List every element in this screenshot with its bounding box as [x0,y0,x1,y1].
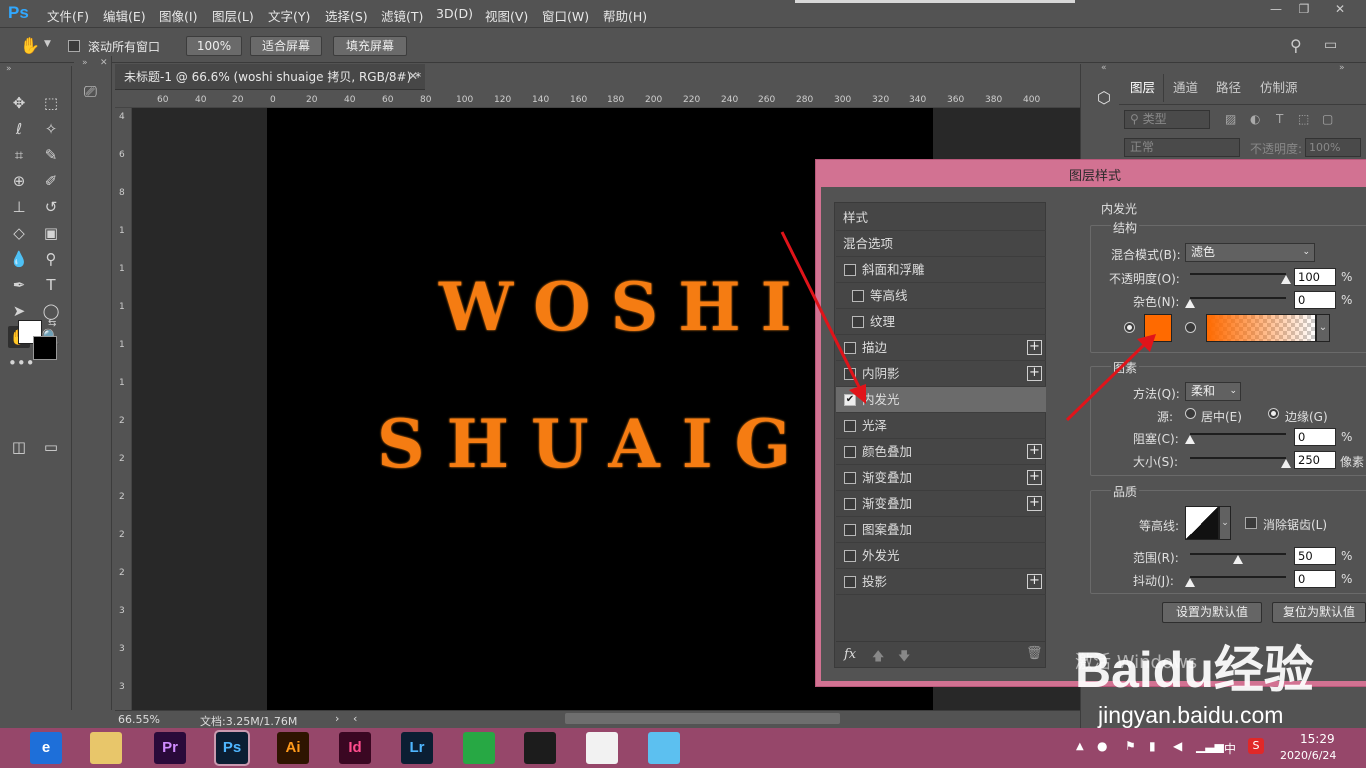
volume-icon[interactable]: ◀ [1173,739,1182,753]
video-editor-taskbar-icon[interactable] [524,732,556,764]
clock-date[interactable]: 2020/6/24 [1280,749,1336,762]
sogou-icon[interactable]: S [1248,738,1264,754]
qq-taskbar-icon[interactable] [710,732,742,764]
windows-taskbar: e Pr Ps Ai Id Lr ▲ ● ⚑ ▮ ◀ ▁▃▅ 中 S 15:29 2020… [0,728,1366,768]
browser-360-taskbar-icon[interactable]: e [30,732,62,764]
tray-expand-icon[interactable]: ▲ [1076,741,1084,752]
indesign-taskbar-icon[interactable]: Id [339,732,371,764]
file-explorer-taskbar-icon[interactable] [90,732,122,764]
arrow-to-color-swatch [1065,341,1148,422]
battery-icon[interactable]: ▮ [1149,739,1156,753]
lightroom-taskbar-icon[interactable]: Lr [401,732,433,764]
ime-indicator[interactable]: 中 [1224,740,1236,757]
illustrator-taskbar-icon[interactable]: Ai [277,732,309,764]
photoshop-window: Ps 文件(F) 编辑(E) 图像(I) 图层(L) 文字(Y) 选择(S) 滤… [0,0,1366,768]
notes-app-taskbar-icon[interactable] [896,732,928,764]
green-app-taskbar-icon[interactable] [463,732,495,764]
arrow-to-inner-glow [780,231,864,394]
premiere-taskbar-icon[interactable]: Pr [154,732,186,764]
baidu-watermark: Baidu经验 [1075,642,1314,698]
clock-time[interactable]: 15:29 [1300,732,1335,746]
qq-tray-icon[interactable]: ● [1097,739,1107,753]
watermark-url: jingyan.baidu.com [1098,702,1284,728]
bird-app-taskbar-icon[interactable] [648,732,680,764]
photoshop-taskbar-icon[interactable]: Ps [214,730,250,766]
fox-app-taskbar-icon[interactable] [834,732,866,764]
arrow-head [849,384,866,404]
network-icon[interactable]: ▁▃▅ [1196,739,1224,753]
chrome-taskbar-icon[interactable] [772,732,804,764]
flower-app-taskbar-icon[interactable] [586,732,618,764]
flag-icon[interactable]: ⚑ [1125,739,1136,753]
